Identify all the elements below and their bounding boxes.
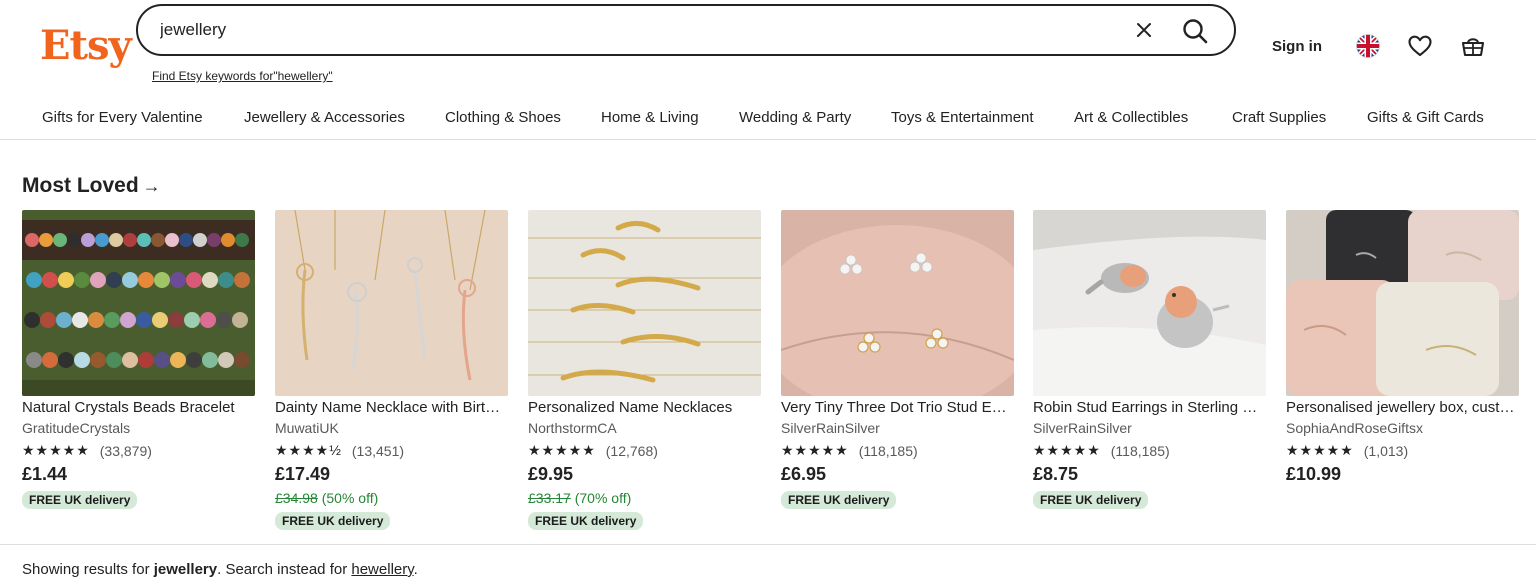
- category-home[interactable]: Home & Living: [601, 109, 699, 126]
- product-title[interactable]: Robin Stud Earrings in Sterling Silver: [1033, 399, 1266, 416]
- product-card[interactable]: Dainty Name Necklace with Birth Flower M…: [275, 210, 508, 530]
- review-count: (13,451): [351, 442, 405, 459]
- category-wedding[interactable]: Wedding & Party: [739, 109, 851, 126]
- sign-in-link[interactable]: Sign in: [1272, 38, 1322, 55]
- category-clothing[interactable]: Clothing & Shoes: [445, 109, 561, 126]
- price: £6.95: [781, 464, 827, 484]
- product-image[interactable]: [1286, 210, 1519, 396]
- product-card[interactable]: Natural Crystals Beads Bracelet Gratitud…: [22, 210, 255, 509]
- price: £9.95: [528, 464, 574, 484]
- category-gifts-valentine[interactable]: Gifts for Every Valentine: [42, 109, 203, 126]
- product-title[interactable]: Very Tiny Three Dot Trio Stud Earrings: [781, 399, 1014, 416]
- product-image[interactable]: [22, 210, 255, 396]
- search-bar[interactable]: [136, 4, 1236, 56]
- shop-name: NorthstormCA: [528, 420, 617, 436]
- sale-info: £33.17 (70% off): [528, 490, 761, 506]
- basket-icon[interactable]: [1460, 33, 1486, 59]
- product-title[interactable]: Natural Crystals Beads Bracelet: [22, 399, 255, 416]
- rating: ★★★★★ (33,879): [22, 442, 255, 459]
- note-prefix: Showing results for: [22, 561, 154, 578]
- search-correction-note: Showing results for jewellery. Search in…: [22, 561, 418, 578]
- category-jewellery[interactable]: Jewellery & Accessories: [244, 109, 405, 126]
- star-rating-icon: ★★★★★: [1286, 442, 1354, 458]
- product-card[interactable]: Personalized Name Necklaces NorthstormCA…: [528, 210, 761, 530]
- search-instead-link[interactable]: hewellery: [351, 561, 413, 578]
- free-delivery-badge: FREE UK delivery: [1033, 491, 1149, 509]
- query-term: jewellery: [153, 561, 218, 578]
- review-count: (1,013): [1363, 442, 1409, 459]
- product-image[interactable]: [528, 210, 761, 396]
- category-craft[interactable]: Craft Supplies: [1232, 109, 1326, 126]
- category-nav: Gifts for Every Valentine Jewellery & Ac…: [0, 98, 1536, 140]
- arrow-right-icon: →: [142, 176, 161, 196]
- star-rating-icon: ★★★★★: [781, 442, 849, 458]
- shop-name: MuwatiUK: [275, 420, 339, 436]
- price: £8.75: [1033, 464, 1079, 484]
- product-title[interactable]: Dainty Name Necklace with Birth Flower: [275, 399, 508, 416]
- category-art[interactable]: Art & Collectibles: [1074, 109, 1188, 126]
- product-card[interactable]: Personalised jewellery box, custom Sophi…: [1286, 210, 1519, 485]
- review-count: (12,768): [605, 442, 658, 459]
- search-input[interactable]: [160, 18, 1100, 42]
- review-count: (118,185): [1110, 442, 1170, 459]
- free-delivery-badge: FREE UK delivery: [781, 491, 897, 509]
- free-delivery-badge: FREE UK delivery: [528, 512, 644, 530]
- product-card[interactable]: Very Tiny Three Dot Trio Stud Earrings S…: [781, 210, 1014, 509]
- original-price: £33.17: [528, 490, 571, 506]
- free-delivery-badge: FREE UK delivery: [275, 512, 391, 530]
- original-price: £34.98: [275, 490, 318, 506]
- product-title[interactable]: Personalized Name Necklaces: [528, 399, 761, 416]
- category-gift-cards[interactable]: Gifts & Gift Cards: [1367, 109, 1484, 126]
- category-toys[interactable]: Toys & Entertainment: [891, 109, 1034, 126]
- shop-name: SilverRainSilver: [781, 420, 880, 436]
- free-delivery-badge: FREE UK delivery: [22, 491, 138, 509]
- star-rating-icon: ★★★★★: [1033, 442, 1101, 458]
- close-icon[interactable]: [1132, 18, 1156, 42]
- price: £10.99: [1286, 464, 1342, 484]
- product-title[interactable]: Personalised jewellery box, custom: [1286, 399, 1519, 416]
- product-image[interactable]: [1033, 210, 1266, 396]
- star-rating-icon: ★★★★½: [275, 442, 342, 458]
- product-image[interactable]: [275, 210, 508, 396]
- product-card[interactable]: Robin Stud Earrings in Sterling Silver S…: [1033, 210, 1266, 509]
- rating: ★★★★★ (118,185): [1033, 442, 1266, 459]
- review-count: (33,879): [99, 442, 152, 459]
- price: £17.49: [275, 464, 331, 484]
- etsy-logo[interactable]: Etsy: [40, 22, 132, 69]
- product-image[interactable]: [781, 210, 1014, 396]
- rating: ★★★★★ (118,185): [781, 442, 1014, 459]
- rating: ★★★★★ (1,013): [1286, 442, 1519, 459]
- rating: ★★★★½ (13,451): [275, 442, 508, 459]
- search-icon[interactable]: [1180, 16, 1210, 46]
- shop-name: SilverRainSilver: [1033, 420, 1132, 436]
- section-title-text: Most Loved: [22, 174, 139, 197]
- star-rating-icon: ★★★★★: [528, 442, 596, 458]
- review-count: (118,185): [858, 442, 918, 459]
- divider: [0, 544, 1536, 545]
- heart-icon[interactable]: [1407, 33, 1433, 59]
- discount: (50% off): [317, 490, 379, 506]
- price: £1.44: [22, 464, 68, 484]
- sale-info: £34.98 (50% off): [275, 490, 508, 506]
- uk-flag-icon[interactable]: [1355, 33, 1381, 59]
- note-middle: . Search instead for: [217, 561, 352, 578]
- keyword-suggestion-link[interactable]: Find Etsy keywords for"hewellery": [152, 69, 333, 83]
- discount: (70% off): [570, 490, 632, 506]
- note-suffix: .: [413, 561, 418, 578]
- star-rating-icon: ★★★★★: [22, 442, 90, 458]
- shop-name: SophiaAndRoseGiftsx: [1286, 420, 1423, 436]
- shop-name: GratitudeCrystals: [22, 420, 131, 436]
- section-title[interactable]: Most Loved →: [22, 174, 161, 198]
- rating: ★★★★★ (12,768): [528, 442, 761, 459]
